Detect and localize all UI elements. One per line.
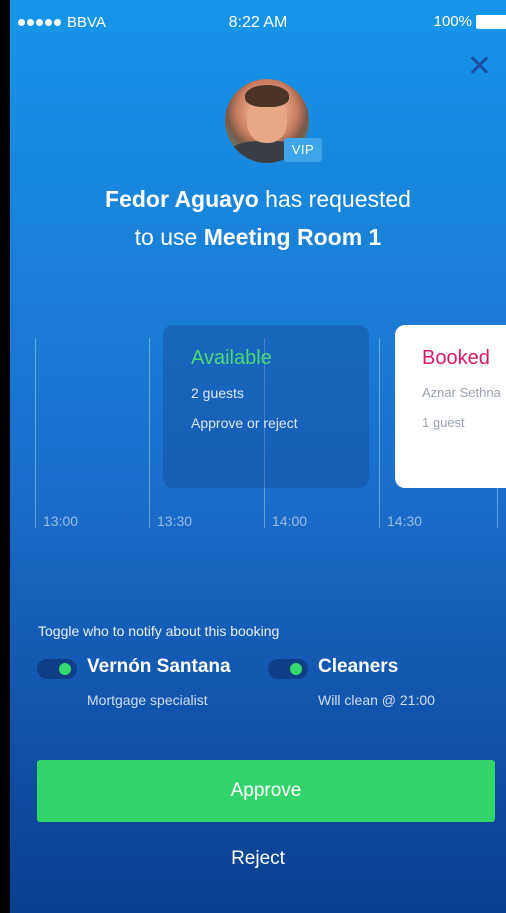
notify-person-name: Cleaners [318,656,399,677]
booked-slot-person: Aznar Sethna [422,385,501,400]
timeline-tick-label: 13:30 [157,513,193,529]
notify-toggle-cleaners[interactable] [268,659,308,679]
battery-icon [476,14,506,29]
notify-person-role: Mortgage specialist [87,692,208,708]
status-bar: BBVA 8:22 AM 100% [10,0,506,46]
close-icon[interactable] [466,52,492,78]
status-time: 8:22 AM [228,14,288,31]
reject-button[interactable]: Reject [10,848,506,870]
timeline-tick-label: 14:30 [387,513,423,529]
notify-toggle-vernon[interactable] [37,659,77,679]
notify-person-name: Vernón Santana [87,656,231,677]
available-slot[interactable]: Available 2 guests Approve or reject [163,325,369,488]
booked-slot[interactable]: Booked Aznar Sethna 1 guest [395,325,506,488]
timeline-tick [149,338,150,528]
room-name: Meeting Room 1 [203,224,382,250]
request-line2-prefix: to use [134,224,204,250]
battery-percent: 100% [433,13,472,30]
battery-indicator: 100% [434,13,506,30]
booked-slot-guests: 1 guest [422,415,465,430]
booking-request-screen: BBVA 8:22 AM 100% VIP Fedor Aguayo has r… [10,0,506,913]
requester-name: Fedor Aguayo [105,186,259,212]
available-slot-title: Available [191,347,272,369]
request-action-text: has requested [258,186,411,212]
timeline-tick-label: 14:00 [272,513,308,529]
approve-button[interactable]: Approve [37,760,495,822]
timeline-tick-label: 13:00 [43,513,79,529]
notify-person-role: Will clean @ 21:00 [318,692,435,708]
timeline-tick [35,338,36,528]
available-slot-hint: Approve or reject [191,415,298,431]
timeline-tick [379,338,380,528]
booked-slot-title: Booked [422,347,490,369]
vip-badge: VIP [284,138,322,162]
notify-label: Toggle who to notify about this booking [38,623,280,639]
request-title: Fedor Aguayo has requested to use Meetin… [10,180,506,256]
available-slot-guests: 2 guests [191,385,244,401]
booking-timeline[interactable]: Available 2 guests Approve or reject Boo… [10,320,506,530]
